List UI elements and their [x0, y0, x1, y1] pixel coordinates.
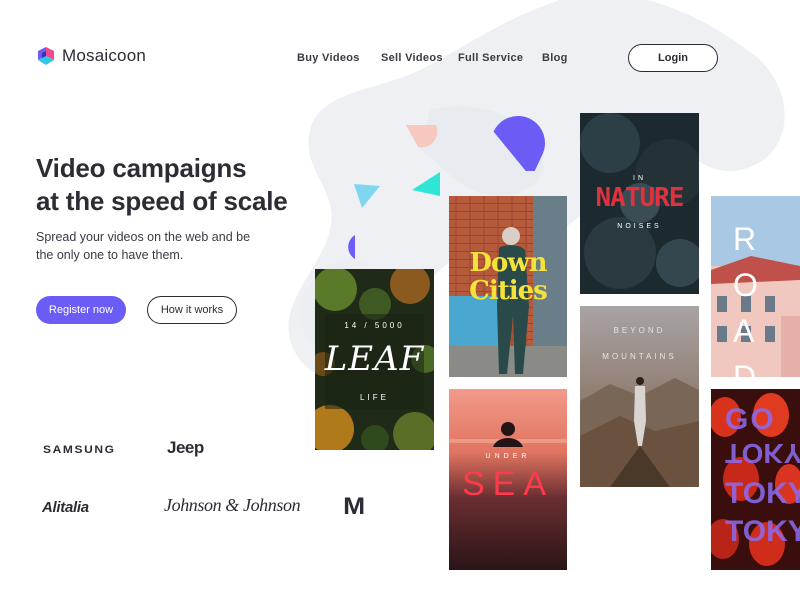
headline-line-1: Video campaigns [36, 153, 247, 183]
nav-sell-videos[interactable]: Sell Videos [381, 52, 443, 64]
nav-buy-videos[interactable]: Buy Videos [297, 52, 360, 64]
confetti-violet-shape [348, 235, 355, 259]
leaf-top-label: 14 / 5000 [344, 321, 405, 330]
register-now-button[interactable]: Register now [36, 296, 126, 324]
headline-line-2: at the speed of scale [36, 186, 288, 216]
mountains-line-1: BEYOND [613, 326, 666, 335]
leaf-title: LEAF [324, 339, 425, 379]
sea-top-label: UNDER [485, 453, 531, 460]
hero-subtitle: Spread your videos on the web and be the… [36, 228, 296, 264]
nature-bottom-label: NOISES [617, 223, 662, 230]
video-card-under-sea[interactable]: UNDER SEA [449, 389, 567, 570]
mosaic-cube-icon [38, 46, 54, 65]
client-logo-alitalia: Alitalia [42, 499, 89, 516]
confetti-lightblue-shape [354, 184, 380, 208]
video-card-down-cities[interactable]: Down Cities [449, 196, 567, 377]
video-card-roads[interactable]: ROADS [711, 196, 800, 377]
hero-headline: Video campaigns at the speed of scale [36, 152, 336, 218]
video-card-leaf[interactable]: 14 / 5000 LEAF LIFE [315, 269, 434, 450]
tokyo-title: TOKYO [725, 477, 800, 510]
video-card-beyond-mountains[interactable]: BEYOND MOUNTAINS [580, 306, 699, 487]
client-logo-samsung: SAMSUNG [43, 442, 116, 456]
how-it-works-button[interactable]: How it works [147, 296, 237, 324]
landing-page: Mosaicoon Buy Videos Sell Videos Full Se… [0, 0, 800, 600]
client-logo-jeep: Jeep [167, 438, 204, 457]
subtitle-line-1: Spread your videos on the web and be [36, 230, 251, 244]
login-button[interactable]: Login [628, 44, 718, 72]
roads-title: ROADS [733, 221, 788, 377]
confetti-purple-shape [493, 116, 545, 171]
nature-top-label: IN [633, 175, 646, 182]
nav-blog[interactable]: Blog [542, 52, 568, 64]
subtitle-line-2: the only one to have them. [36, 248, 184, 262]
client-logo-mcdonalds: M [343, 493, 365, 520]
tokyo-title-bottom: TOKYO [725, 515, 800, 548]
tokyo-title-mirrored: TOKYO [725, 438, 800, 469]
confetti-cyan-shape [412, 172, 440, 196]
tokyo-title-top: GO [725, 403, 776, 436]
video-card-nature[interactable]: IN NATURE NOISES [580, 113, 699, 294]
cities-line-1: Down [469, 248, 547, 278]
cities-line-2: Cities [469, 276, 548, 306]
video-card-tokyo[interactable]: GO TOKYO TOKYO TOKYO [711, 389, 800, 570]
leaf-bottom-label: LIFE [360, 393, 389, 402]
brand-logo[interactable]: Mosaicoon [38, 46, 146, 66]
client-logo-johnson-johnson: Johnson & Johnson [164, 495, 301, 515]
confetti-pink-shape [406, 125, 438, 148]
brand-name: Mosaicoon [62, 46, 147, 65]
nature-title: NATURE [595, 183, 685, 213]
sea-title: SEA [461, 465, 555, 503]
mountains-line-2: MOUNTAINS [602, 352, 677, 361]
nav-full-service[interactable]: Full Service [458, 52, 523, 64]
